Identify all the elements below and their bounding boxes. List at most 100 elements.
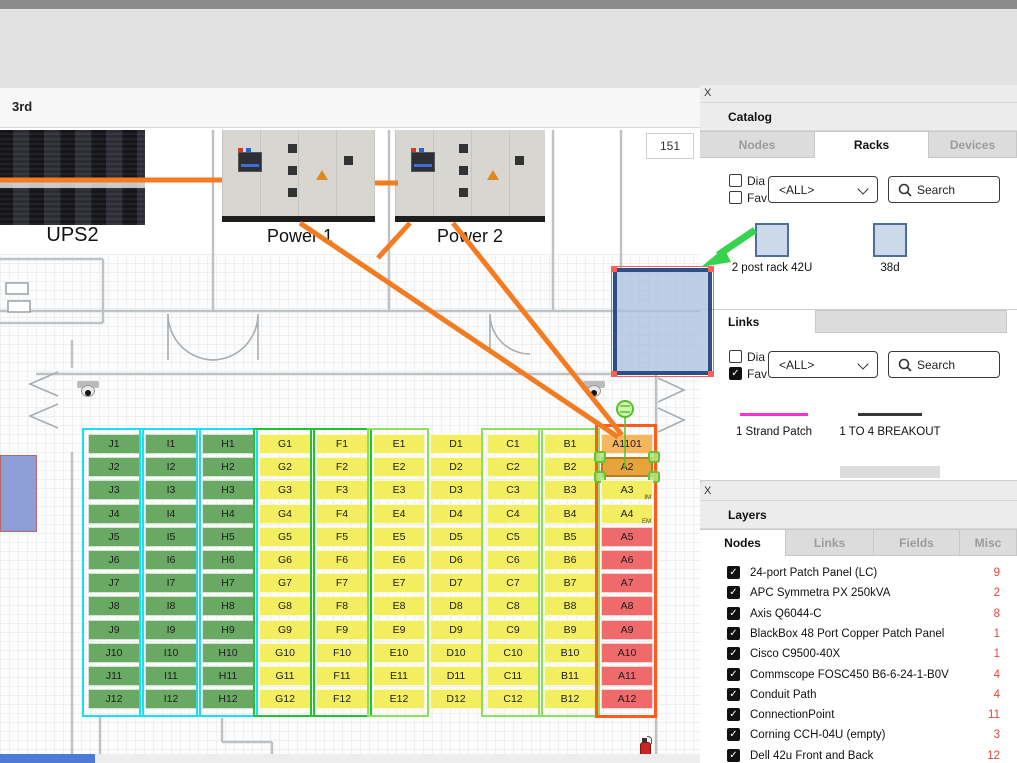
camera-node[interactable] <box>76 381 100 399</box>
rack-cell-A1101[interactable]: A1101 <box>601 434 653 454</box>
canvas-hscrollbar-thumb[interactable] <box>0 754 95 763</box>
rack-cell-E11[interactable]: E11 <box>373 666 425 686</box>
links-filter-dropdown[interactable]: <ALL> <box>768 351 878 378</box>
rack-cell-J10[interactable]: J10 <box>88 643 140 663</box>
layers-close-icon[interactable]: X <box>704 485 711 497</box>
rack-cell-F2[interactable]: F2 <box>316 457 368 477</box>
rack-cell-H2[interactable]: H2 <box>202 457 254 477</box>
rack-cell-F8[interactable]: F8 <box>316 596 368 616</box>
rack-cell-D5[interactable]: D5 <box>430 527 482 547</box>
rack-cell-B12[interactable]: B12 <box>544 689 596 709</box>
rack-cell-H11[interactable]: H11 <box>202 666 254 686</box>
rack-cell-E5[interactable]: E5 <box>373 527 425 547</box>
rack-cell-H1[interactable]: H1 <box>202 434 254 454</box>
rack-cell-F10[interactable]: F10 <box>316 643 368 663</box>
rack-cell-F9[interactable]: F9 <box>316 620 368 640</box>
rack-cell-H9[interactable]: H9 <box>202 620 254 640</box>
rack-cell-J9[interactable]: J9 <box>88 620 140 640</box>
rack-cell-C12[interactable]: C12 <box>487 689 539 709</box>
rack-cell-C7[interactable]: C7 <box>487 573 539 593</box>
rack-cell-G4[interactable]: G4 <box>259 504 311 524</box>
catalog-dia-checkbox[interactable] <box>729 174 742 187</box>
layer-checkbox[interactable]: ✓ <box>727 627 740 640</box>
catalog-close-icon[interactable]: X <box>704 87 711 99</box>
rack-cell-C11[interactable]: C11 <box>487 666 539 686</box>
rack-cell-D7[interactable]: D7 <box>430 573 482 593</box>
rack-cell-A2[interactable]: A2 <box>601 457 653 477</box>
rack-cell-I9[interactable]: I9 <box>145 620 197 640</box>
layer-checkbox[interactable]: ✓ <box>727 566 740 579</box>
rack-cell-G6[interactable]: G6 <box>259 550 311 570</box>
rack-cell-B10[interactable]: B10 <box>544 643 596 663</box>
rack-cell-C3[interactable]: C3 <box>487 480 539 500</box>
links-search-input[interactable]: Search <box>888 351 1000 378</box>
rack-cell-C5[interactable]: C5 <box>487 527 539 547</box>
rack-cell-A8[interactable]: A8 <box>601 596 653 616</box>
rack-cell-A12[interactable]: A12 <box>601 689 653 709</box>
rack-cell-A7[interactable]: A7 <box>601 573 653 593</box>
catalog-item-thumb[interactable] <box>873 223 907 257</box>
rack-cell-I12[interactable]: I12 <box>145 689 197 709</box>
rack-cell-I8[interactable]: I8 <box>145 596 197 616</box>
power2-photo[interactable] <box>395 130 545 222</box>
tab-catalog-racks[interactable]: Racks <box>815 131 929 158</box>
rack-cell-E3[interactable]: E3 <box>373 480 425 500</box>
rack-cell-C10[interactable]: C10 <box>487 643 539 663</box>
links-inactive-tab[interactable] <box>815 310 1007 333</box>
rack-cell-F11[interactable]: F11 <box>316 666 368 686</box>
rack-cell-E2[interactable]: E2 <box>373 457 425 477</box>
rack-cell-E9[interactable]: E9 <box>373 620 425 640</box>
rack-cell-G1[interactable]: G1 <box>259 434 311 454</box>
rack-cell-B2[interactable]: B2 <box>544 457 596 477</box>
rack-cell-J11[interactable]: J11 <box>88 666 140 686</box>
rack-cell-I4[interactable]: I4 <box>145 504 197 524</box>
ups2-photo[interactable] <box>0 130 145 225</box>
rack-cell-B8[interactable]: B8 <box>544 596 596 616</box>
rack-cell-D12[interactable]: D12 <box>430 689 482 709</box>
rack-cell-H6[interactable]: H6 <box>202 550 254 570</box>
rack-cell-H3[interactable]: H3 <box>202 480 254 500</box>
rack-cell-D11[interactable]: D11 <box>430 666 482 686</box>
rack-cell-J3[interactable]: J3 <box>88 480 140 500</box>
rack-cell-F7[interactable]: F7 <box>316 573 368 593</box>
selection-handle-tr[interactable] <box>648 451 660 463</box>
rack-cell-D9[interactable]: D9 <box>430 620 482 640</box>
rack-cell-H4[interactable]: H4 <box>202 504 254 524</box>
layer-checkbox[interactable]: ✓ <box>727 647 740 660</box>
rack-cell-G11[interactable]: G11 <box>259 666 311 686</box>
rack-cell-H12[interactable]: H12 <box>202 689 254 709</box>
rack-cell-C4[interactable]: C4 <box>487 504 539 524</box>
rack-cell-A11[interactable]: A11 <box>601 666 653 686</box>
layer-checkbox[interactable]: ✓ <box>727 668 740 681</box>
tab-layers-misc[interactable]: Misc <box>960 529 1017 556</box>
rack-cell-E1[interactable]: E1 <box>373 434 425 454</box>
catalog-fav-checkbox[interactable] <box>729 191 742 204</box>
layer-checkbox[interactable]: ✓ <box>727 749 740 762</box>
rack-cell-J4[interactable]: J4 <box>88 504 140 524</box>
rack-cell-E6[interactable]: E6 <box>373 550 425 570</box>
links-hscrollbar-thumb[interactable] <box>840 466 940 478</box>
camera-node[interactable] <box>582 381 606 399</box>
rack-cell-G9[interactable]: G9 <box>259 620 311 640</box>
rack-cell-A3[interactable]: A3IM <box>601 480 653 500</box>
rack-cell-C9[interactable]: C9 <box>487 620 539 640</box>
tab-layers-nodes[interactable]: Nodes <box>700 529 786 556</box>
selected-rack-placement[interactable] <box>613 268 712 375</box>
layer-checkbox[interactable]: ✓ <box>727 607 740 620</box>
rack-cell-H7[interactable]: H7 <box>202 573 254 593</box>
rack-cell-B4[interactable]: B4 <box>544 504 596 524</box>
rack-cell-I5[interactable]: I5 <box>145 527 197 547</box>
layer-checkbox[interactable]: ✓ <box>727 728 740 741</box>
rack-cell-I7[interactable]: I7 <box>145 573 197 593</box>
rack-cell-A5[interactable]: A5 <box>601 527 653 547</box>
rack-cell-D10[interactable]: D10 <box>430 643 482 663</box>
rack-cell-J7[interactable]: J7 <box>88 573 140 593</box>
rack-cell-E7[interactable]: E7 <box>373 573 425 593</box>
rack-cell-B11[interactable]: B11 <box>544 666 596 686</box>
rack-cell-D2[interactable]: D2 <box>430 457 482 477</box>
rack-cell-F12[interactable]: F12 <box>316 689 368 709</box>
rack-cell-F5[interactable]: F5 <box>316 527 368 547</box>
selection-handle-tl[interactable] <box>594 451 606 463</box>
rack-cell-F4[interactable]: F4 <box>316 504 368 524</box>
rack-cell-I10[interactable]: I10 <box>145 643 197 663</box>
